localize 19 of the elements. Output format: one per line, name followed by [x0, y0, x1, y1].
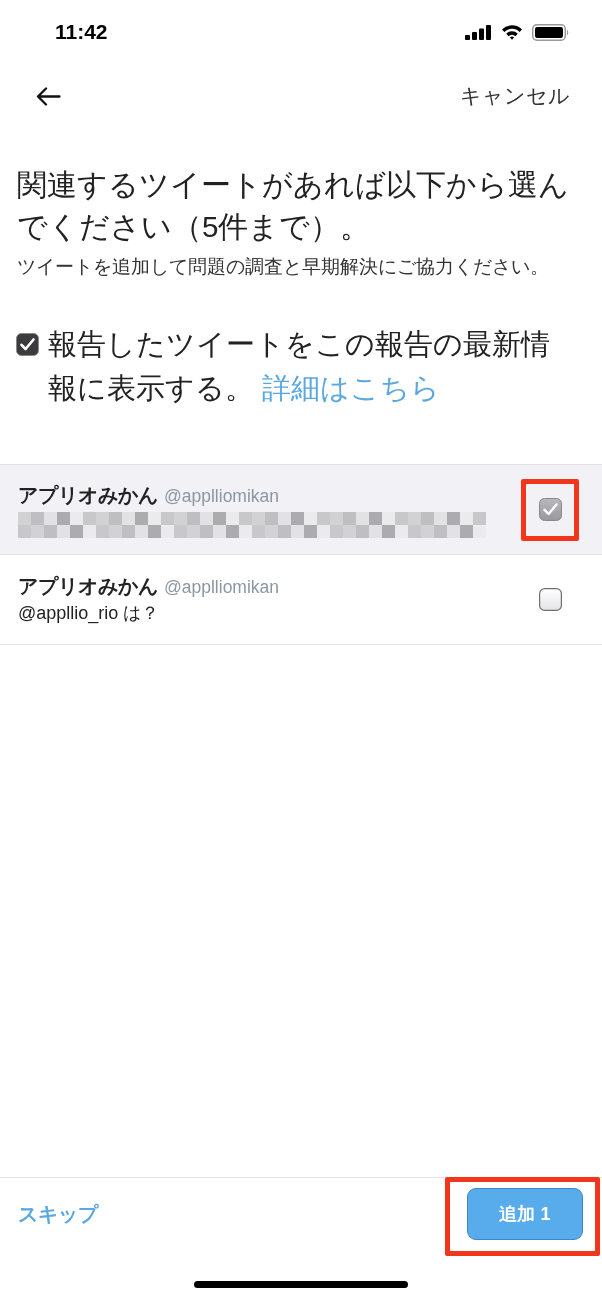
battery-icon	[532, 23, 570, 41]
tweet-author-name: アプリオみかん	[18, 574, 158, 599]
checkbox-label: 報告したツイートをこの報告の最新情報に表示する。 詳細はこちら	[48, 327, 551, 406]
back-button[interactable]	[34, 84, 62, 108]
wifi-icon	[501, 24, 523, 40]
cancel-button[interactable]: キャンセル	[460, 82, 570, 110]
tweet-handle: @applliomikan	[164, 576, 280, 599]
instruction-text: ツイートを追加して問題の調査と早期解決にご協力ください。	[17, 255, 550, 279]
back-arrow-icon	[35, 86, 61, 106]
tweet-handle: @applliomikan	[164, 484, 280, 508]
checkbox[interactable]	[16, 333, 39, 356]
page-heading: 関連するツイートがあれば以下から選んでください（5件まで）。	[17, 167, 570, 245]
tweet-row[interactable]: アプリオみかん @applliomikan	[0, 465, 602, 555]
checkbox[interactable]	[539, 498, 562, 521]
status-time: 11:42	[55, 19, 108, 46]
tweet-author-name: アプリオみかん	[18, 482, 158, 508]
tweet-text: @appllio_rio は？	[18, 602, 161, 626]
signal-icon	[465, 24, 492, 40]
checkbox[interactable]	[539, 588, 562, 611]
